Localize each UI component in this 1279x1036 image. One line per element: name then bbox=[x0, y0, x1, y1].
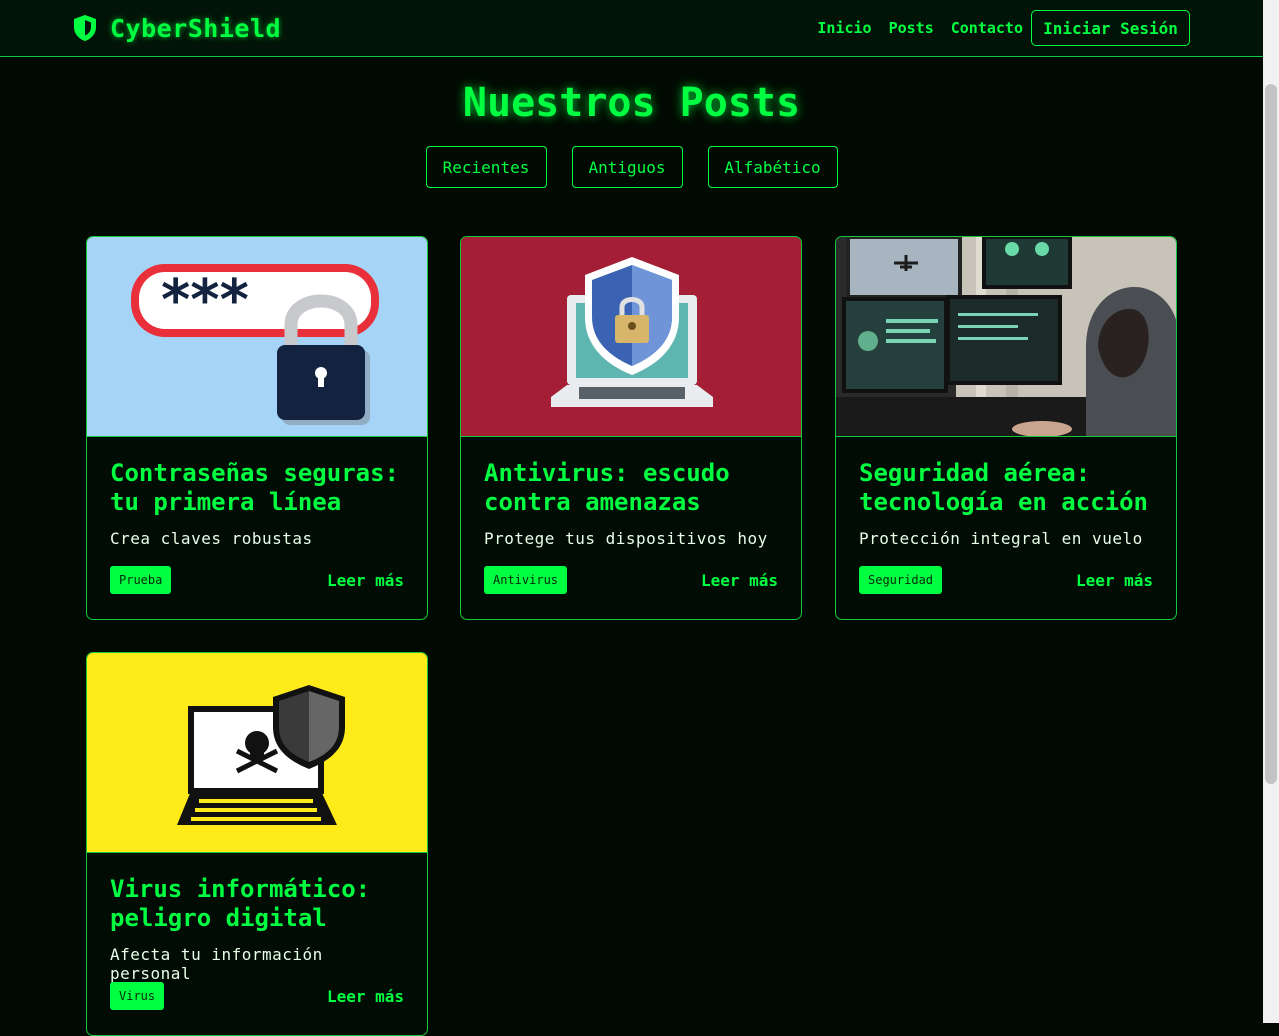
post-image-hacker bbox=[836, 237, 1176, 437]
post-footer: Seguridad Leer más bbox=[859, 566, 1153, 594]
nav-link-inicio[interactable]: Inicio bbox=[817, 19, 871, 37]
post-tag: Seguridad bbox=[859, 566, 943, 594]
post-tag: Prueba bbox=[110, 566, 172, 594]
post-description: Protección integral en vuelo bbox=[859, 529, 1143, 548]
sort-controls: Recientes Antiguos Alfabético bbox=[0, 146, 1263, 188]
brand-link[interactable]: CyberShield bbox=[72, 12, 281, 44]
post-tag: Virus bbox=[110, 982, 165, 1010]
post-body: Virus informático: peligro digital Afect… bbox=[110, 875, 404, 983]
nav-link-contacto[interactable]: Contacto bbox=[951, 19, 1023, 37]
read-more-link[interactable]: Leer más bbox=[327, 571, 404, 590]
post-image-virus bbox=[87, 653, 427, 853]
page-title: Nuestros Posts bbox=[462, 80, 801, 126]
scrollbar[interactable] bbox=[1263, 0, 1279, 1023]
post-image-password: *** bbox=[87, 237, 427, 437]
read-more-link[interactable]: Leer más bbox=[1076, 571, 1153, 590]
nav-links: Inicio Posts Contacto Iniciar Sesión bbox=[817, 9, 1190, 47]
nav-link-posts[interactable]: Posts bbox=[889, 19, 934, 37]
post-title: Seguridad aérea: tecnología en acción bbox=[859, 459, 1148, 516]
post-description: Afecta tu información personal bbox=[110, 945, 323, 983]
sort-oldest-button[interactable]: Antiguos bbox=[571, 146, 683, 188]
brand-name: CyberShield bbox=[110, 13, 282, 43]
post-body: Seguridad aérea: tecnología en acción Pr… bbox=[859, 459, 1153, 548]
post-footer: Prueba Leer más bbox=[110, 566, 404, 594]
navbar: CyberShield Inicio Posts Contacto Inicia… bbox=[0, 0, 1263, 57]
post-tag: Antivirus bbox=[484, 566, 568, 594]
post-footer: Virus Leer más bbox=[110, 982, 404, 1010]
post-body: Antivirus: escudo contra amenazas Proteg… bbox=[484, 459, 778, 548]
login-button[interactable]: Iniciar Sesión bbox=[1031, 10, 1190, 46]
read-more-link[interactable]: Leer más bbox=[327, 987, 404, 1006]
scrollbar-thumb[interactable] bbox=[1265, 84, 1277, 784]
post-body: Contraseñas seguras: tu primera línea Cr… bbox=[110, 459, 404, 548]
post-title: Antivirus: escudo contra amenazas bbox=[484, 459, 730, 516]
post-title: Virus informático: peligro digital bbox=[110, 875, 371, 932]
post-card: Antivirus: escudo contra amenazas Proteg… bbox=[460, 236, 802, 620]
post-footer: Antivirus Leer más bbox=[484, 566, 778, 594]
post-card: *** Contraseñas seguras: tu primera líne… bbox=[86, 236, 428, 620]
post-card: Virus informático: peligro digital Afect… bbox=[86, 652, 428, 1036]
post-description: Crea claves robustas bbox=[110, 529, 313, 548]
post-card: Seguridad aérea: tecnología en acción Pr… bbox=[835, 236, 1177, 620]
sort-alphabetical-button[interactable]: Alfabético bbox=[707, 146, 838, 188]
shield-icon bbox=[74, 15, 96, 41]
sort-recent-button[interactable]: Recientes bbox=[425, 146, 547, 188]
svg-text:***: *** bbox=[161, 268, 249, 333]
read-more-link[interactable]: Leer más bbox=[701, 571, 778, 590]
post-title: Contraseñas seguras: tu primera línea bbox=[110, 459, 399, 516]
post-description: Protege tus dispositivos hoy bbox=[484, 529, 768, 548]
post-image-antivirus bbox=[461, 237, 801, 437]
